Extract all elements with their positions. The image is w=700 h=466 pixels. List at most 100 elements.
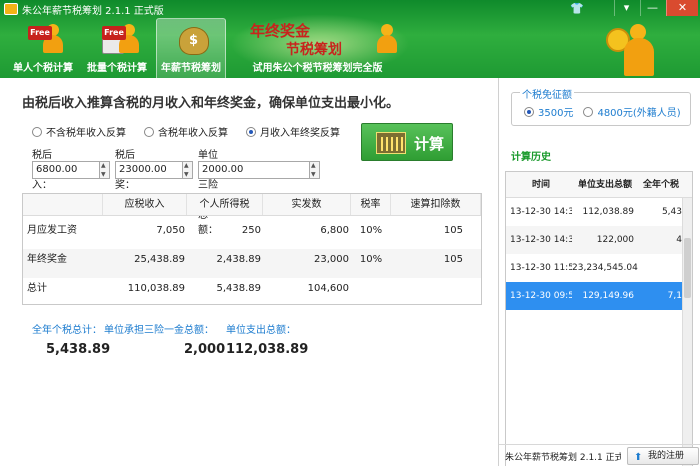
column-header: 税率 <box>351 194 391 215</box>
mode-radio-taxed-annual[interactable]: 含税年收入反算 <box>144 124 228 139</box>
abacus-icon <box>376 132 406 154</box>
summary-value: 2,000 <box>184 342 226 357</box>
history-time: 13-12-30 09:58 <box>510 291 572 301</box>
radio-label: 4800元(外籍人员) <box>597 108 681 119</box>
register-button[interactable]: ⬆ 我的注册 <box>627 447 699 465</box>
exemption-radio-3500[interactable]: 3500元 <box>524 104 573 119</box>
scrollbar-thumb[interactable] <box>684 238 691 298</box>
app-logo-icon <box>4 3 18 15</box>
radio-label: 3500元 <box>538 108 574 119</box>
right-panel: 个税免征额 3500元 4800元(外籍人员) 计算历史 时间 单位支出总额 全… <box>498 78 700 466</box>
summary-value: 112,038.89 <box>226 342 309 357</box>
table-cell: 10% <box>359 225 383 236</box>
table-cell: 105 <box>443 254 463 265</box>
table-cell: 5,438.89 <box>216 283 261 294</box>
table-cell: 105 <box>443 225 463 236</box>
radio-dot <box>583 106 594 117</box>
tab-label: 年薪节税筹划 <box>161 63 221 74</box>
radio-dot <box>246 126 256 137</box>
column-header: 单位支出总额 <box>577 180 632 190</box>
column-header: 应税收入 <box>103 194 187 215</box>
monthly-income-input[interactable]: 6800.00 <box>32 161 100 179</box>
insurance-stepper[interactable] <box>310 161 320 179</box>
free-person-icon: Free <box>28 22 63 56</box>
history-time: 13-12-30 14:30 <box>510 235 572 245</box>
mascot-icon <box>604 16 670 78</box>
employer-total-summary: 单位支出总额： 112,038.89 <box>226 321 308 357</box>
column-header: 速算扣除数 <box>391 194 481 215</box>
history-time: 13-12-30 14:31 <box>510 207 572 217</box>
table-cell: 7,050 <box>156 225 185 236</box>
mode-radio-monthly-bonus[interactable]: 月收入年终奖反算 <box>246 124 340 139</box>
exemption-radio-4800[interactable]: 4800元(外籍人员) <box>583 104 681 119</box>
table-cell <box>391 278 481 307</box>
mode-radio-group: 不含税年收入反算 含税年收入反算 月收入年终奖反算 <box>32 124 340 139</box>
tab-label: 单人个税计算 <box>13 63 73 74</box>
table-cell <box>351 278 391 307</box>
table-cell: 6,800 <box>320 225 349 236</box>
window-controls: ▾ — ✕ <box>614 0 698 16</box>
summary-value: 5,438.89 <box>46 342 111 357</box>
menu-button[interactable]: ▾ <box>614 0 638 16</box>
version-text: 朱公年薪节税筹划 2.1.1 正式版 <box>505 453 621 463</box>
table-header: 应税收入 个人所得税 实发数 税率 速算扣除数 <box>23 194 481 216</box>
main-panel: 由税后收入推算含税的月收入和年终奖金，确保单位支出最小化。 不含税年收入反算 含… <box>0 78 498 466</box>
radio-label: 不含税年收入反算 <box>46 128 126 139</box>
history-row[interactable]: 13-12-30 14:31 112,038.89 5,43 <box>506 198 692 226</box>
history-total: 112,038.89 <box>582 207 634 217</box>
tab-annual-plan[interactable]: $ 年薪节税筹划 <box>156 18 226 78</box>
history-row[interactable]: 13-12-30 14:30 122,000 4 <box>506 226 692 254</box>
tab-label: 试用朱公个税节税筹划完全版 <box>252 63 383 74</box>
history-row[interactable]: 13-12-30 11:56 23,234,545.04 <box>506 254 692 282</box>
column-header: 时间 <box>531 180 550 190</box>
calculate-button[interactable]: 计算 <box>361 123 453 161</box>
page-title: 由税后收入推算含税的月收入和年终奖金，确保单位支出最小化。 <box>22 96 400 111</box>
skin-icon[interactable]: 👕 <box>570 2 584 15</box>
monthly-income-stepper[interactable] <box>100 161 110 179</box>
history-total: 129,149.96 <box>582 291 634 301</box>
table-cell: 23,000 <box>314 254 349 265</box>
bonus-stepper[interactable] <box>183 161 193 179</box>
banner-line1: 年终奖金 <box>250 22 311 40</box>
monthly-income-field: 税后月收入： 6800.00 <box>32 146 110 191</box>
summary-label: 单位支出总额： <box>226 325 296 336</box>
history-tax: 4 <box>676 235 682 245</box>
result-table: 应税收入 个人所得税 实发数 税率 速算扣除数 月应发工资 7,050 250 … <box>22 193 482 305</box>
table-cell: 25,438.89 <box>134 254 185 265</box>
bonus-input[interactable]: 23000.00 <box>115 161 183 179</box>
table-cell: 年终奖金 <box>27 254 67 265</box>
table-cell: 10% <box>359 254 383 265</box>
total-tax-summary: 全年个税总计： 5,438.89 <box>32 321 110 357</box>
history-list: 时间 单位支出总额 全年个税 13-12-30 14:31 112,038.89… <box>505 171 693 466</box>
history-scrollbar[interactable] <box>682 198 692 466</box>
upload-icon: ⬆ <box>634 452 643 463</box>
mode-radio-pretax-annual[interactable]: 不含税年收入反算 <box>32 124 126 139</box>
tab-batch-tax[interactable]: Free 批量个税计算 <box>82 18 152 78</box>
exemption-options: 3500元 4800元(外籍人员) <box>524 104 681 119</box>
insurance-summary: 单位承担三险一金总额： 2,000 <box>104 321 225 357</box>
history-tax: 7,1 <box>667 291 682 301</box>
radio-label: 含税年收入反算 <box>158 128 228 139</box>
history-row-selected[interactable]: 13-12-30 09:58 129,149.96 7,1 <box>506 282 692 310</box>
window-title: 朱公年薪节税筹划 2.1.1 正式版 <box>22 6 164 17</box>
insurance-input[interactable]: 2000.00 <box>198 161 310 179</box>
tab-single-tax[interactable]: Free 单人个税计算 <box>8 18 78 78</box>
minimize-button[interactable]: — <box>640 0 664 16</box>
exemption-group: 个税免征额 3500元 4800元(外籍人员) <box>511 86 691 126</box>
table-cell: 250 <box>241 225 261 236</box>
history-tax <box>638 254 684 282</box>
summary-label: 全年个税总计： <box>32 325 102 336</box>
bonus-field: 税后年终奖： 23000.00 <box>115 146 193 191</box>
table-row: 年终奖金 25,438.89 2,438.89 23,000 10% 105 <box>23 249 481 278</box>
close-button[interactable]: ✕ <box>666 0 698 16</box>
history-total: 122,000 <box>596 235 634 245</box>
history-time: 13-12-30 11:56 <box>510 263 572 273</box>
register-label: 我的注册 <box>648 451 685 461</box>
history-tax: 5,43 <box>661 207 682 217</box>
bonus-planning-banner: 年终奖金 节税筹划 <box>246 20 396 60</box>
radio-dot <box>32 126 42 137</box>
banner-line2: 节税筹划 <box>286 42 342 58</box>
tab-label: 批量个税计算 <box>87 63 147 74</box>
history-total: 23,234,545.04 <box>572 263 638 273</box>
column-header: 个人所得税 <box>187 194 263 215</box>
